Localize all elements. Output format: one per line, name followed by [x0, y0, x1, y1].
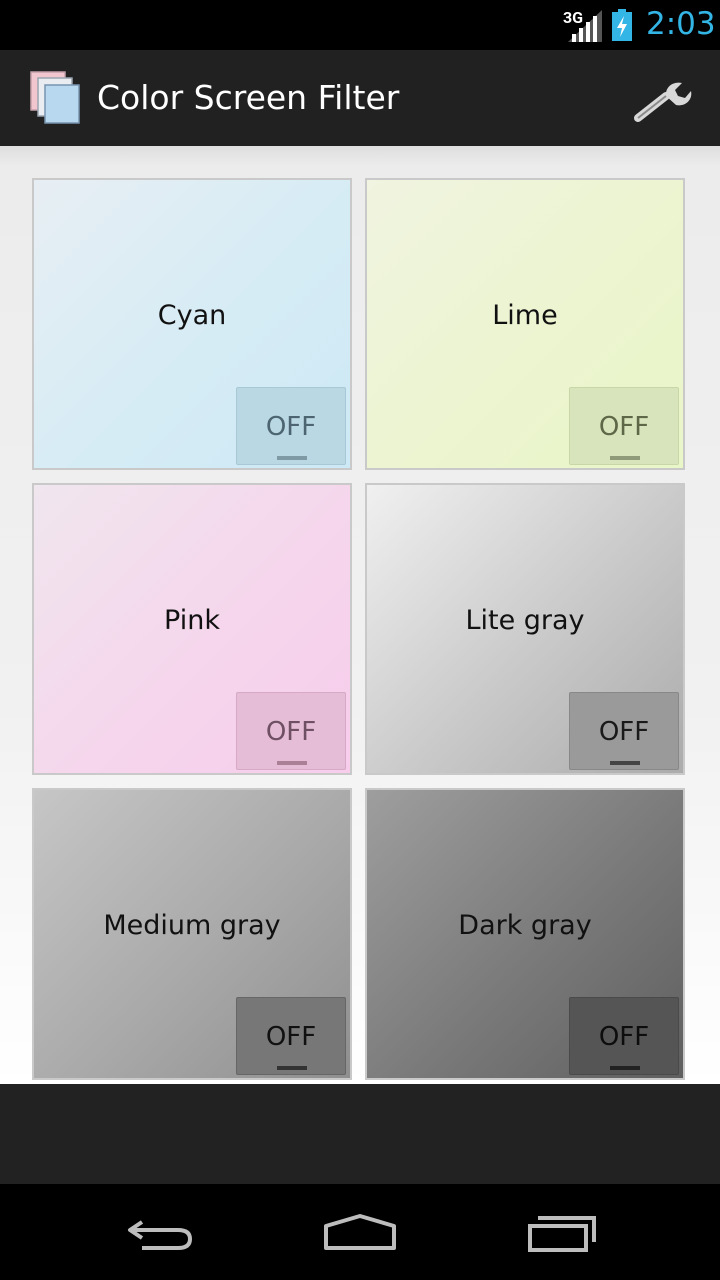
toggle-indicator [610, 1066, 640, 1070]
filter-label: Medium gray [103, 910, 281, 941]
toggle-state: OFF [598, 1022, 650, 1052]
filter-toggle-medium-gray[interactable]: OFF [236, 997, 346, 1075]
app-title: Color Screen Filter [97, 78, 400, 117]
filter-label: Lime [492, 300, 558, 331]
toggle-state: OFF [265, 1022, 317, 1052]
filter-tile-dark-gray[interactable]: Dark gray OFF [365, 788, 685, 1080]
filter-tile-lite-gray[interactable]: Lite gray OFF [365, 483, 685, 775]
toggle-state: OFF [598, 412, 650, 442]
battery-charging-icon [612, 9, 632, 41]
toggle-state: OFF [598, 717, 650, 747]
filter-tile-lime[interactable]: Lime OFF [365, 178, 685, 470]
recent-apps-icon[interactable] [522, 1208, 602, 1256]
filter-toggle-cyan[interactable]: OFF [236, 387, 346, 465]
signal-icon [568, 10, 602, 42]
filter-label: Cyan [157, 300, 227, 331]
action-bar: Color Screen Filter [0, 50, 720, 146]
filter-tile-pink[interactable]: Pink OFF [32, 483, 352, 775]
filter-tile-medium-gray[interactable]: Medium gray OFF [32, 788, 352, 1080]
filter-toggle-lite-gray[interactable]: OFF [569, 692, 679, 770]
toggle-indicator [610, 456, 640, 460]
status-time: 2:03 [646, 6, 716, 42]
home-icon[interactable] [320, 1208, 400, 1256]
filter-grid: Cyan OFF Lime OFF Pink OFF Lite gray OFF… [0, 146, 720, 1084]
filter-label: Lite gray [465, 605, 585, 636]
toggle-indicator [277, 1066, 307, 1070]
back-icon[interactable] [120, 1208, 200, 1256]
navigation-bar [0, 1184, 720, 1280]
bottom-bar [0, 1084, 720, 1184]
wrench-icon[interactable] [632, 78, 694, 124]
status-bar: 3G 2:03 [0, 0, 720, 50]
toggle-state: OFF [265, 717, 317, 747]
filter-toggle-lime[interactable]: OFF [569, 387, 679, 465]
toggle-indicator [277, 761, 307, 765]
toggle-indicator [610, 761, 640, 765]
filter-label: Pink [164, 605, 220, 636]
filter-toggle-pink[interactable]: OFF [236, 692, 346, 770]
filter-tile-cyan[interactable]: Cyan OFF [32, 178, 352, 470]
filter-toggle-dark-gray[interactable]: OFF [569, 997, 679, 1075]
filter-label: Dark gray [458, 910, 592, 941]
toggle-indicator [277, 456, 307, 460]
toggle-state: OFF [265, 412, 317, 442]
app-icon [30, 71, 80, 124]
